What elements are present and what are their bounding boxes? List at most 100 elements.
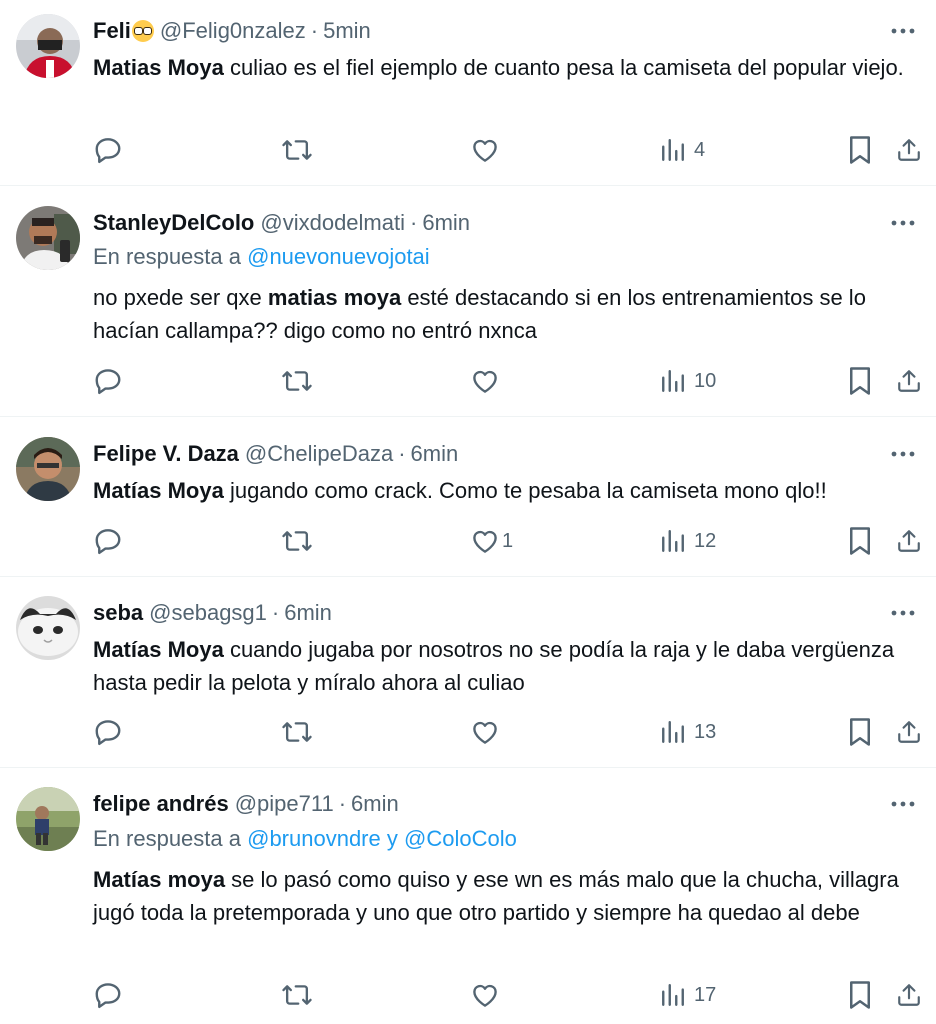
more-icon[interactable] [886,437,920,471]
reply-button[interactable] [93,361,123,401]
tweet-header: felipe andrés @pipe711 · 6min [93,787,399,821]
author-name[interactable]: StanleyDelColo [93,210,254,236]
tweet-time[interactable]: 6min [422,210,470,236]
more-icon[interactable] [886,206,920,240]
views-button[interactable]: 17 [660,975,716,1015]
author-handle[interactable]: @Felig0nzalez [160,18,306,44]
like-count: 1 [502,529,514,552]
share-icon [898,139,920,161]
share-button[interactable] [896,521,922,561]
reply-icon [95,369,121,395]
retweet-icon [282,722,312,742]
tweet-actions: 1 12 [93,521,920,561]
bookmark-button[interactable] [847,130,873,170]
avatar[interactable] [16,206,80,270]
reply-mention[interactable]: @brunovndre [247,826,381,851]
author-name[interactable]: Feli [93,18,131,44]
retweet-icon [282,985,312,1005]
retweet-button[interactable] [281,975,313,1015]
retweet-button[interactable] [281,130,313,170]
reply-button[interactable] [93,130,123,170]
reply-prefix: En respuesta a [93,244,241,269]
reply-icon [95,983,121,1009]
views-button[interactable]: 13 [660,712,716,752]
author-handle[interactable]: @sebagsg1 [149,600,267,626]
mention-bold: Matias Moya [93,55,224,80]
avatar[interactable] [16,787,80,851]
share-button[interactable] [896,712,922,752]
share-button[interactable] [896,361,922,401]
avatar[interactable] [16,437,80,501]
share-button[interactable] [896,130,922,170]
reply-prefix: En respuesta a [93,826,241,851]
author-handle[interactable]: @vixdodelmati [260,210,405,236]
author-handle[interactable]: @ChelipeDaza [245,441,393,467]
views-button[interactable]: 12 [660,521,716,561]
tweet-time[interactable]: 6min [351,791,399,817]
tweet-time[interactable]: 5min [323,18,371,44]
reply-button[interactable] [93,975,123,1015]
more-icon[interactable] [886,787,920,821]
view-count: 12 [694,529,717,552]
avatar[interactable] [16,14,80,78]
share-icon [898,984,920,1006]
tweet-header: seba @sebagsg1 · 6min [93,596,332,630]
author-name[interactable]: Felipe V. Daza [93,441,239,467]
like-button[interactable] [470,975,508,1015]
bookmark-icon [850,367,870,395]
heart-icon [473,139,497,162]
reply-button[interactable] [93,521,123,561]
views-icon [662,530,684,552]
retweet-button[interactable] [281,712,313,752]
author-name[interactable]: seba [93,600,143,626]
bookmark-button[interactable] [847,712,873,752]
like-button[interactable] [470,712,508,752]
bookmark-button[interactable] [847,521,873,561]
views-button[interactable]: 4 [660,130,705,170]
share-icon [898,370,920,392]
views-icon [662,370,684,392]
reply-icon [95,138,121,164]
view-count: 10 [694,369,717,392]
tweet-time[interactable]: 6min [411,441,459,467]
tweet[interactable]: StanleyDelColo @vixdodelmati · 6min En r… [0,186,936,417]
more-icon[interactable] [886,14,920,48]
mention-bold: matias moya [267,285,402,310]
like-button[interactable] [470,130,508,170]
mention-bold: Matías Moya [93,478,224,503]
retweet-icon [282,371,312,391]
more-icon[interactable] [886,596,920,630]
bookmark-icon [850,136,870,164]
tweet-text-rest: culiao es el fiel ejemplo de cuanto pesa… [223,55,904,80]
reply-mention[interactable]: @nuevonuevojotai [247,244,430,269]
tweet[interactable]: Feli @Felig0nzalez · 5min Matias Moya cu… [0,0,936,186]
tweet[interactable]: felipe andrés @pipe711 · 6min En respues… [0,768,936,1024]
bookmark-icon [850,981,870,1009]
author-handle[interactable]: @pipe711 [235,791,334,817]
reply-button[interactable] [93,712,123,752]
bookmark-button[interactable] [847,361,873,401]
tweet-actions: 4 [93,130,920,170]
share-button[interactable] [896,975,922,1015]
separator-dot: · [410,210,418,235]
like-button[interactable] [470,361,508,401]
tweet[interactable]: seba @sebagsg1 · 6min Matías Moya cuando… [0,577,936,768]
reply-mention[interactable]: @ColoColo [404,826,517,851]
views-button[interactable]: 10 [660,361,716,401]
like-button[interactable]: 1 [470,521,513,561]
reply-icon [95,720,121,746]
avatar[interactable] [16,596,80,660]
bookmark-button[interactable] [847,975,873,1015]
tweet-header: Felipe V. Daza @ChelipeDaza · 6min [93,437,458,471]
tweet-text: Matías moya se lo pasó como quiso y ese … [93,863,920,929]
retweet-icon [282,531,312,551]
tweet-text-rest: jugando como crack. Como te pesaba la ca… [223,478,827,503]
heart-icon [473,530,497,553]
retweet-button[interactable] [281,361,313,401]
view-count: 17 [694,983,717,1006]
retweet-button[interactable] [281,521,313,561]
author-name[interactable]: felipe andrés [93,791,229,817]
reply-icon [95,529,121,555]
tweet-time[interactable]: 6min [284,600,332,626]
tweet[interactable]: Felipe V. Daza @ChelipeDaza · 6min Matía… [0,417,936,577]
